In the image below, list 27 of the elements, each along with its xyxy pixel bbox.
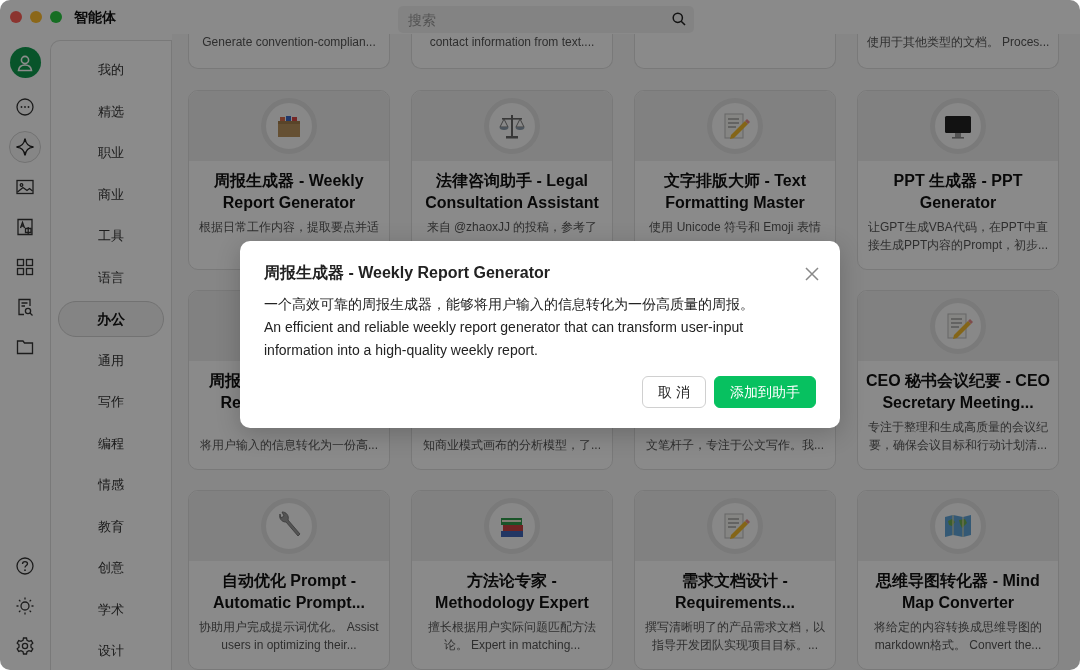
card-description: contact information from text.... xyxy=(428,34,596,50)
card-description: 使用于其他类型的文档。 Proces... xyxy=(865,34,1051,50)
card-description: 让GPT生成VBA代码，在PPT中直 接生成PPT内容的Prompt，初步... xyxy=(867,219,1049,254)
card-description: 专注于整理和生成高质量的会议纪 要，确保会议目标和行动计划清... xyxy=(867,419,1049,454)
card-description: 文笔杆子，专注于公文写作。我... xyxy=(645,437,825,454)
card-description: 将用户输入的信息转化为一份高... xyxy=(199,437,379,454)
card-description: 使用 Unicode 符号和 Emoji 表情 xyxy=(648,219,822,236)
card-title: 文字排版大师 - Text Formatting Master xyxy=(663,171,807,213)
card-title: 自动优化 Prompt - Automatic Prompt... xyxy=(212,571,366,613)
card-description: 撰写清晰明了的产品需求文档，以 指导开发团队实现项目目标。... xyxy=(644,619,826,654)
card-description: 协助用户完成提示词优化。 Assist users in optimizing their... xyxy=(198,619,380,654)
card-description: 将给定的内容转换成思维导图的 markdown格式。 Convert the... xyxy=(873,619,1043,654)
card-description: Generate convention-complian... xyxy=(201,34,377,50)
card-description: 根据日常工作内容，提取要点并适 xyxy=(198,219,380,236)
card-title: 需求文档设计 - Requirements... xyxy=(674,571,796,613)
card-title: 周报 Re xyxy=(208,371,241,413)
card-title: 周报生成器 - Weekly Report Generator xyxy=(213,171,365,213)
card-title: 方法论专家 - Methodology Expert xyxy=(434,571,590,613)
card-description: 擅长根据用户实际问题匹配方法 论。 Expert in matching... xyxy=(427,619,597,654)
dialog-text: 一个高效可靠的周报生成器，能够将用户输入的信息转化为一份高质量的周报。 An efficient and reliable weekly report generator that can transform user-input information into a high-quality weekly report. xyxy=(264,295,755,360)
card-title: 法律咨询助手 - Legal Consultation Assistant xyxy=(424,171,600,213)
card-description: 来自 @zhaoxJJ 的投稿，参考了 xyxy=(425,219,599,236)
card-title: PPT 生成器 - PPT Generator xyxy=(892,171,1024,213)
card-title: CEO 秘书会议纪要 - CEO Secretary Meeting... xyxy=(865,371,1051,413)
card-description: 知商业模式画布的分析模型，了... xyxy=(422,437,602,454)
card-title: 思维导图转化器 - Mind Map Converter xyxy=(874,571,1041,613)
window-title: 智能体 xyxy=(74,7,116,27)
